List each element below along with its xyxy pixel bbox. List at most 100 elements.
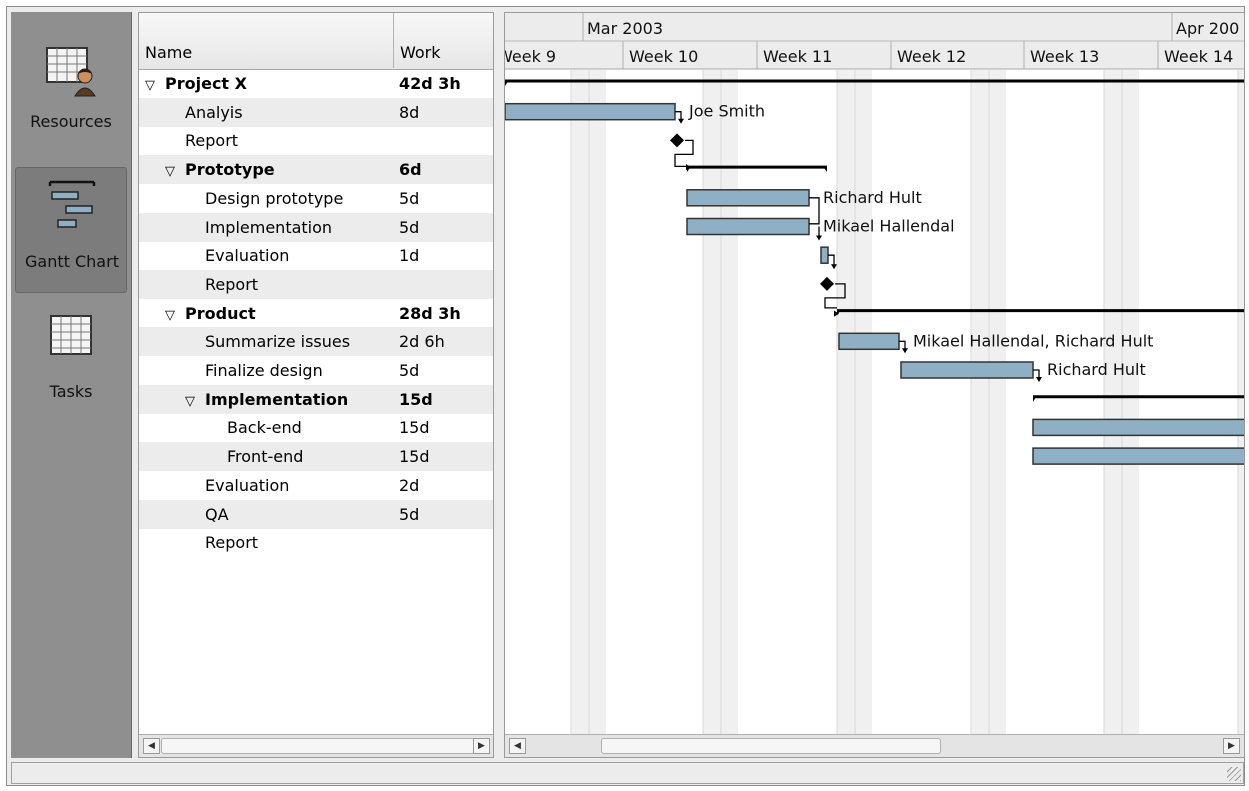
task-name-text: Report <box>205 533 259 553</box>
task-work: 2d <box>399 475 420 495</box>
task-name: ▽ Product <box>165 299 256 330</box>
arrow-head <box>816 235 822 241</box>
resource-label: Mikael Hallendal <box>823 217 955 236</box>
task-work: 42d 3h <box>399 74 461 93</box>
task-bar <box>505 102 676 121</box>
task-row[interactable]: Design prototype 5d <box>139 184 493 213</box>
task-name-text: Implementation <box>205 217 333 237</box>
task-row[interactable]: Report <box>139 126 493 155</box>
task-name-text: Prototype <box>185 160 275 180</box>
task-row[interactable]: Front-end 15d <box>139 442 493 472</box>
week-label: Week 12 <box>897 47 966 66</box>
summary-end <box>505 80 509 86</box>
expander-triangle-icon[interactable]: ▽ <box>145 71 161 100</box>
task-work: 28d 3h <box>399 303 461 323</box>
task-row[interactable]: Back-end 15d <box>139 413 493 442</box>
view-sidebar: Resources Gantt Chart Tasks <box>11 12 132 758</box>
arrow-head <box>831 264 837 270</box>
expander-triangle-icon[interactable]: ▽ <box>185 387 201 416</box>
month-label: Apr 200 <box>1176 19 1239 38</box>
scrollbar-thumb[interactable] <box>601 738 941 754</box>
task-table-header: Name Work <box>139 13 493 70</box>
task-name-text: Design prototype <box>205 188 344 208</box>
task-row[interactable]: Finalize design 5d <box>139 356 493 385</box>
task-row[interactable]: ▽ Prototype 6d <box>139 155 493 186</box>
resource-label: Mikael Hallendal, Richard Hult <box>913 331 1153 350</box>
milestone-diamond <box>670 133 684 148</box>
task-work: 15d <box>399 389 433 409</box>
column-header-name[interactable]: Name <box>139 13 394 68</box>
dependency-arrow <box>809 197 820 225</box>
resize-grip-icon[interactable] <box>1227 767 1241 781</box>
task-work: 6d <box>399 160 422 180</box>
task-name: Finalize design <box>205 356 323 385</box>
sidebar-item-label: Gantt Chart <box>25 252 119 271</box>
resource-label: Joe Smith <box>688 102 765 121</box>
scrollbar-thumb[interactable] <box>161 738 475 754</box>
task-name: Report <box>205 270 258 299</box>
sidebar-item-gantt-chart[interactable]: Gantt Chart <box>15 167 127 293</box>
task-tree: Name Work ▽ Project X 42d 3h Analyis 8d Repor… <box>138 12 494 758</box>
task-row[interactable]: Report <box>139 528 493 557</box>
task-bar <box>686 217 810 236</box>
gantt-chart-area: Mar 2003 Apr 200 Week 9 Week 10 Week 11 Week … <box>504 12 1245 758</box>
task-work: 15d <box>399 447 430 467</box>
task-row[interactable]: Implementation 5d <box>139 212 493 242</box>
task-name: Report <box>185 126 238 155</box>
task-name: ▽ Project X <box>145 69 247 100</box>
task-row[interactable]: Analyis 8d <box>139 97 493 127</box>
column-header-label: Work <box>400 43 441 62</box>
task-row[interactable]: ▽ Implementation 15d <box>139 384 493 416</box>
week-label: Week 9 <box>505 47 556 66</box>
task-bar <box>820 246 829 264</box>
weekend-shade <box>1238 70 1244 735</box>
task-row[interactable]: Summarize issues 2d 6h <box>139 327 493 357</box>
task-row[interactable]: ▽ Product 28d 3h <box>139 299 493 328</box>
task-row[interactable]: Evaluation 1d <box>139 241 493 270</box>
task-work: 5d <box>399 504 420 524</box>
sidebar-item-tasks[interactable]: Tasks <box>15 302 127 428</box>
task-work: 15d <box>399 418 430 438</box>
task-row[interactable]: ▽ Project X 42d 3h <box>139 69 493 98</box>
week-label: Week 10 <box>629 47 698 66</box>
expander-triangle-icon[interactable]: ▽ <box>165 301 181 330</box>
task-name: Analyis <box>185 98 243 127</box>
gantt-canvas: Mar 2003 Apr 200 Week 9 Week 10 Week 11 Week … <box>505 13 1244 735</box>
milestone-diamond <box>820 276 834 291</box>
expander-triangle-icon[interactable]: ▽ <box>165 157 181 186</box>
arrow-head <box>1036 377 1042 382</box>
sidebar-item-label: Tasks <box>49 382 93 401</box>
task-name: Evaluation <box>205 471 289 500</box>
task-name-text: Back-end <box>227 418 302 438</box>
task-name-text: Finalize design <box>205 361 323 380</box>
arrow-head <box>902 348 908 354</box>
task-row[interactable]: Evaluation 2d <box>139 471 493 500</box>
task-work: 5d <box>399 188 420 208</box>
gantt-chart-icon <box>48 180 96 228</box>
sidebar-item-resources[interactable]: Resources <box>15 30 127 156</box>
task-work: 1d <box>399 246 420 266</box>
task-row[interactable]: Report <box>139 269 493 299</box>
task-bar <box>900 361 1034 379</box>
week-label: Week 11 <box>763 47 832 66</box>
task-bar <box>686 189 810 207</box>
gantt-scrollbar[interactable]: ◀ ▶ <box>505 734 1244 757</box>
week-label: Week 13 <box>1030 47 1099 66</box>
scroll-right-button[interactable]: ▶ <box>1223 738 1240 754</box>
task-name-text: Evaluation <box>205 246 290 266</box>
scroll-left-button[interactable]: ◀ <box>143 738 160 754</box>
column-header-label: Name <box>145 43 193 62</box>
task-work: 8d <box>399 102 420 122</box>
task-name: ▽ Prototype <box>165 155 275 186</box>
task-list-scrollbar[interactable]: ◀ ▶ <box>139 734 493 757</box>
task-work: 5d <box>399 361 420 380</box>
resource-label: Richard Hult <box>823 188 922 207</box>
resources-icon <box>46 47 96 97</box>
column-header-work[interactable]: Work <box>394 13 493 68</box>
task-name: Design prototype <box>205 184 343 213</box>
task-row[interactable]: QA 5d <box>139 499 493 529</box>
task-name: QA <box>205 500 229 529</box>
scroll-left-button[interactable]: ◀ <box>509 738 526 754</box>
scroll-right-button[interactable]: ▶ <box>473 738 490 754</box>
resource-label: Richard Hult <box>1047 360 1146 379</box>
